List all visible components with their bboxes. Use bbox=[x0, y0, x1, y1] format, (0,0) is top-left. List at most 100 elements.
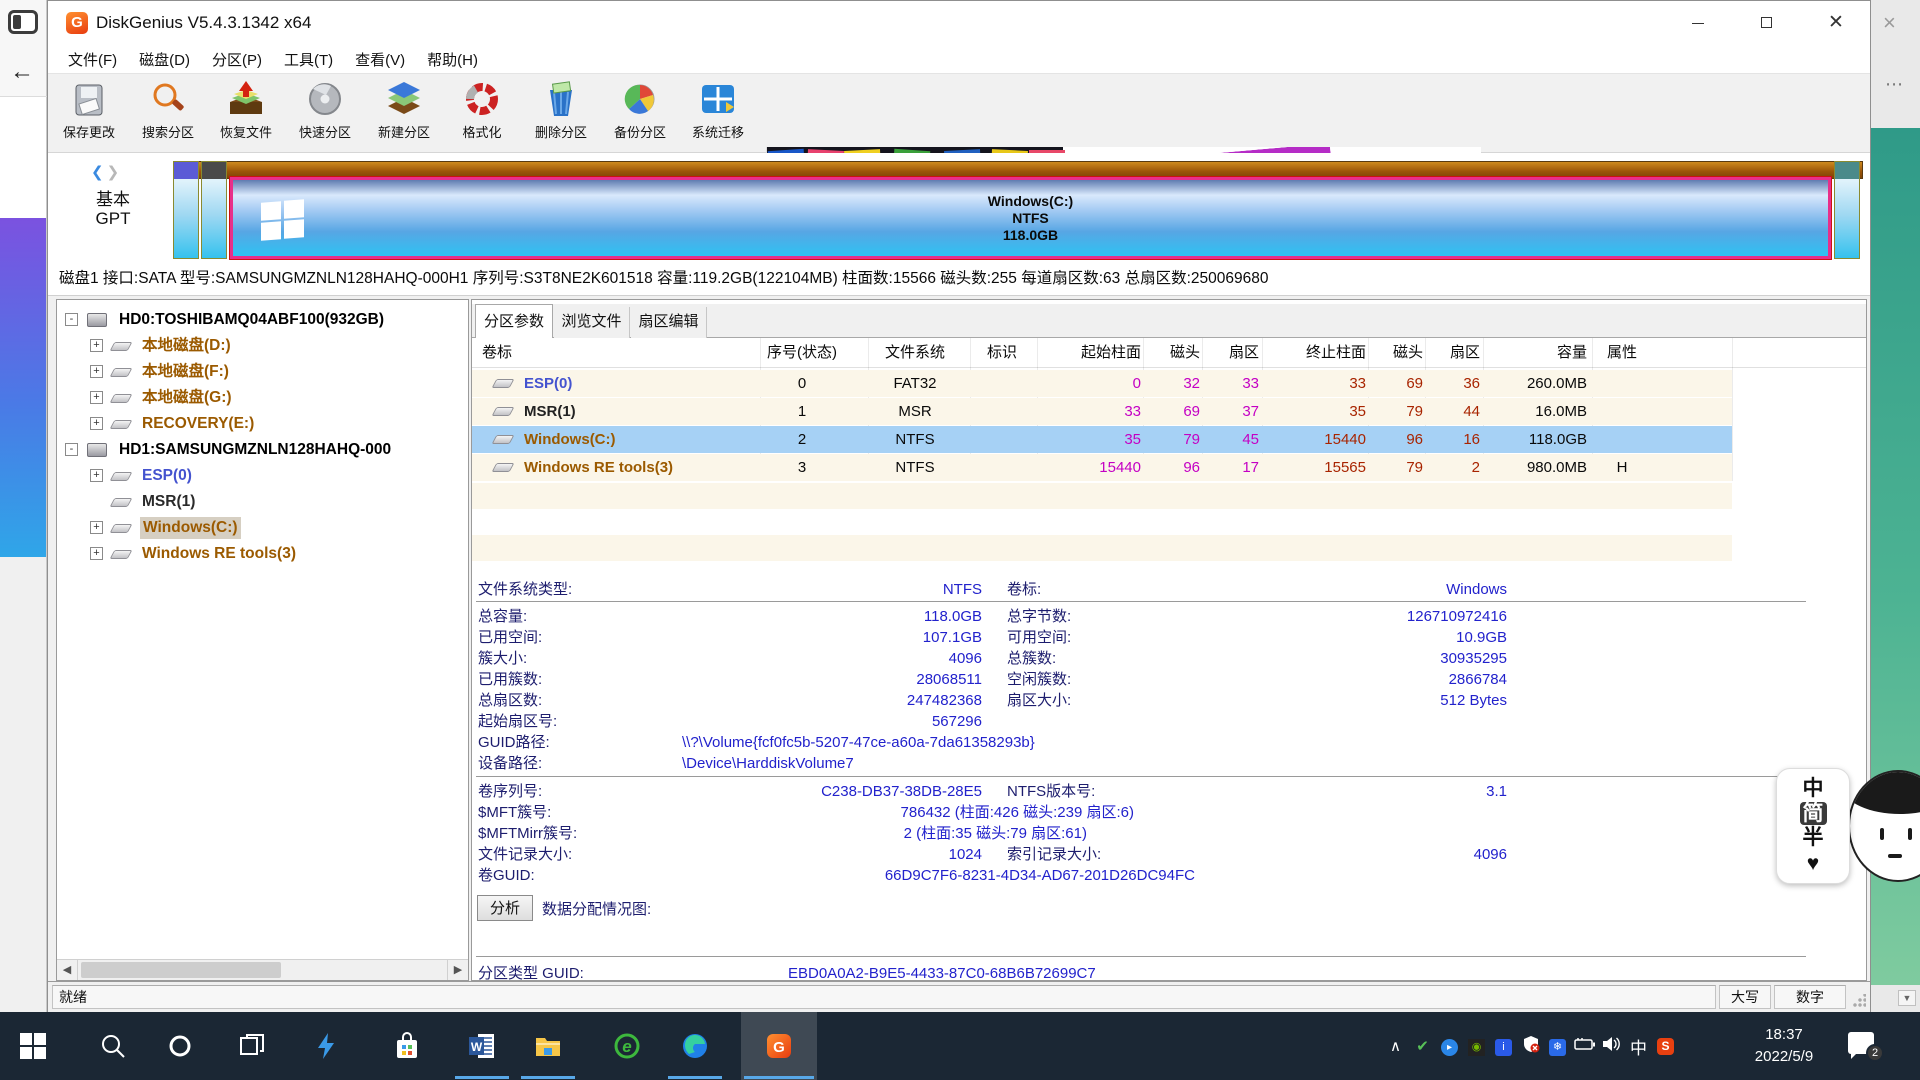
delete-partition-button[interactable]: 删除分区 bbox=[524, 78, 598, 150]
system-migrate-button[interactable]: 系统迁移 bbox=[681, 78, 755, 150]
col-end-sector[interactable]: 扇区 bbox=[1427, 338, 1480, 368]
partition-icon bbox=[492, 407, 515, 416]
menu-tools[interactable]: 工具(T) bbox=[275, 46, 342, 73]
taskbar-app-edge[interactable] bbox=[666, 1012, 724, 1080]
col-flag[interactable]: 标识 bbox=[972, 338, 1032, 368]
resize-grip[interactable] bbox=[1852, 994, 1866, 1008]
analyze-button[interactable]: 分析 bbox=[477, 895, 533, 921]
partition-bar-esp[interactable] bbox=[173, 161, 199, 259]
taskbar-clock[interactable]: 18:37 2022/5/9 bbox=[1736, 1024, 1832, 1068]
col-end-cylinder[interactable]: 终止柱面 bbox=[1266, 338, 1366, 368]
tree-toggle-icon[interactable]: + bbox=[90, 547, 103, 560]
menu-partition[interactable]: 分区(P) bbox=[203, 46, 271, 73]
quick-partition-button[interactable]: 快速分区 bbox=[288, 78, 362, 150]
tray-device-icon[interactable]: ✔ bbox=[1409, 1037, 1436, 1055]
pinned-app-thunder[interactable] bbox=[297, 1012, 355, 1080]
recover-files-button[interactable]: 恢复文件 bbox=[209, 78, 283, 150]
taskbar-search-button[interactable] bbox=[84, 1012, 142, 1080]
tray-security-shield-icon[interactable] bbox=[1517, 1035, 1544, 1057]
table-row-windows-c-selected[interactable]: Windows(C:) 2 NTFS 35 79 45 15440 96 16 … bbox=[472, 426, 1732, 453]
tree-toggle-icon[interactable]: + bbox=[90, 339, 103, 352]
table-row-msr[interactable]: MSR(1) 1 MSR 33 69 37 35 79 44 16.0MB bbox=[472, 398, 1732, 425]
tree-toggle-icon[interactable]: + bbox=[90, 521, 103, 534]
partition-bar-msr[interactable] bbox=[201, 161, 227, 259]
scroll-right-icon[interactable]: ▶ bbox=[447, 960, 468, 980]
tree-horizontal-scrollbar[interactable]: ◀ ▶ bbox=[57, 959, 468, 980]
menu-help[interactable]: 帮助(H) bbox=[418, 46, 487, 73]
pinned-app-store[interactable] bbox=[378, 1012, 436, 1080]
action-center-button[interactable]: 2 bbox=[1848, 1032, 1878, 1058]
scrollbar-thumb[interactable] bbox=[81, 962, 281, 978]
table-row-windows-re[interactable]: Windows RE tools(3) 3 NTFS 15440 96 17 1… bbox=[472, 454, 1732, 481]
tree-toggle-icon[interactable]: - bbox=[65, 443, 78, 456]
maximize-button[interactable] bbox=[1743, 1, 1789, 45]
task-view-button[interactable] bbox=[223, 1012, 281, 1080]
tree-toggle-icon[interactable]: + bbox=[90, 365, 103, 378]
system-migrate-icon bbox=[698, 80, 738, 120]
minimize-button[interactable] bbox=[1675, 1, 1721, 45]
tree-item-label: MSR(1) bbox=[142, 491, 195, 513]
tab-browse-files[interactable]: 浏览文件 bbox=[554, 307, 630, 338]
tray-battery-icon[interactable] bbox=[1571, 1037, 1598, 1055]
tray-sogou-icon[interactable]: S bbox=[1652, 1037, 1679, 1055]
bg-close-icon[interactable]: × bbox=[1883, 10, 1896, 36]
col-index-status[interactable]: 序号(状态) bbox=[762, 338, 842, 368]
col-end-head[interactable]: 磁头 bbox=[1370, 338, 1423, 368]
tab-partition-params[interactable]: 分区参数 bbox=[475, 304, 553, 338]
taskbar-app-explorer[interactable] bbox=[519, 1012, 577, 1080]
ime-simplified-mode: 简 bbox=[1800, 802, 1827, 825]
toolbar: 保存更改 搜索分区 恢复文件 快速分区 新建分区 格式化 bbox=[48, 73, 1870, 153]
tray-expand-icon[interactable]: ∧ bbox=[1382, 1037, 1409, 1055]
desktop: ← × ⋯ ▼ G DiskGenius V5.4.3.1342 x64 ✕ 文… bbox=[0, 0, 1920, 1080]
col-capacity[interactable]: 容量 bbox=[1487, 338, 1587, 368]
tree-toggle-icon[interactable]: + bbox=[90, 469, 103, 482]
disk-nav-arrows[interactable]: ❮❯ bbox=[91, 163, 122, 181]
sidebar-tab-icon[interactable] bbox=[8, 10, 38, 34]
partition-bar-re-tools[interactable] bbox=[1834, 161, 1860, 259]
menu-view[interactable]: 查看(V) bbox=[346, 46, 414, 73]
tree-toggle-icon[interactable]: - bbox=[65, 313, 78, 326]
save-changes-button[interactable]: 保存更改 bbox=[52, 78, 126, 150]
col-start-head[interactable]: 磁头 bbox=[1145, 338, 1200, 368]
col-volume-label[interactable]: 卷标 bbox=[482, 338, 752, 368]
taskbar-app-ie[interactable]: e bbox=[598, 1012, 656, 1080]
col-filesystem[interactable]: 文件系统 bbox=[870, 338, 960, 368]
close-button[interactable]: ✕ bbox=[1813, 1, 1859, 45]
app-logo-icon: G bbox=[66, 12, 88, 34]
table-row-esp[interactable]: ESP(0) 0 FAT32 0 32 33 33 69 36 260.0MB bbox=[472, 370, 1732, 397]
tab-sector-edit[interactable]: 扇区编辑 bbox=[631, 307, 707, 338]
menu-disk[interactable]: 磁盘(D) bbox=[130, 46, 199, 73]
backup-partition-button[interactable]: 备份分区 bbox=[603, 78, 677, 150]
menu-file[interactable]: 文件(F) bbox=[59, 46, 126, 73]
tree-toggle-icon[interactable]: + bbox=[90, 417, 103, 430]
bg-more-icon[interactable]: ⋯ bbox=[1885, 74, 1905, 95]
taskbar-app-word[interactable]: W bbox=[453, 1012, 511, 1080]
folder-icon bbox=[534, 1032, 562, 1060]
cortana-button[interactable] bbox=[151, 1012, 209, 1080]
format-button[interactable]: 格式化 bbox=[445, 78, 519, 150]
col-start-sector[interactable]: 扇区 bbox=[1204, 338, 1259, 368]
tray-bird-icon[interactable]: ▸ bbox=[1436, 1037, 1463, 1056]
search-partition-button[interactable]: 搜索分区 bbox=[131, 78, 205, 150]
main-area: - HD0:TOSHIBAMQ04ABF100(932GB) + 本地磁盘(D:… bbox=[48, 296, 1870, 981]
clock-time: 18:37 bbox=[1736, 1024, 1832, 1046]
tray-volume-icon[interactable] bbox=[1598, 1036, 1625, 1056]
back-arrow-icon[interactable]: ← bbox=[10, 58, 34, 86]
tray-ime-mode[interactable]: 中 bbox=[1625, 1034, 1652, 1059]
cortana-icon bbox=[166, 1032, 194, 1060]
ime-status-widget[interactable]: 中 简 半 ♥ bbox=[1776, 768, 1850, 884]
tray-snowflake-icon[interactable]: ❄ bbox=[1544, 1037, 1571, 1056]
partition-type-guid-row: 分区类型 GUID: EBD0A0A2-B9E5-4433-87C0-68B6B… bbox=[472, 963, 1866, 981]
taskbar-app-diskgenius-active[interactable]: G bbox=[741, 1012, 817, 1080]
partition-bar-windows-c[interactable]: Windows(C:) NTFS 118.0GB bbox=[230, 177, 1831, 259]
bg-scroll-down-icon[interactable]: ▼ bbox=[1898, 990, 1916, 1006]
new-partition-button[interactable]: 新建分区 bbox=[367, 78, 441, 150]
tray-intel-icon[interactable]: i bbox=[1490, 1037, 1517, 1056]
start-button[interactable] bbox=[4, 1012, 62, 1080]
scroll-left-icon[interactable]: ◀ bbox=[57, 960, 78, 980]
tree-toggle-icon[interactable]: + bbox=[90, 391, 103, 404]
col-start-cylinder[interactable]: 起始柱面 bbox=[1041, 338, 1141, 368]
col-attributes[interactable]: 属性 bbox=[1596, 338, 1648, 368]
tray-nvidia-icon[interactable]: ◉ bbox=[1463, 1037, 1490, 1056]
format-icon bbox=[462, 80, 502, 120]
